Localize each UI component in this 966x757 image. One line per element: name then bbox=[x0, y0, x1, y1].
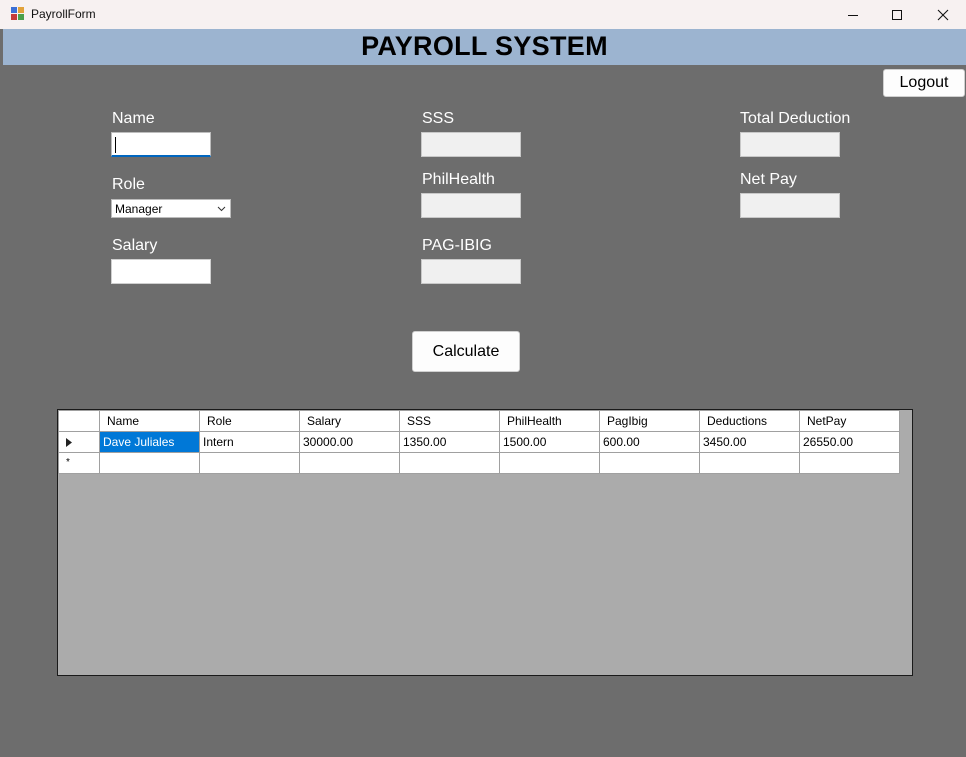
salary-label: Salary bbox=[112, 237, 158, 254]
table-row[interactable]: Dave Juliales Intern 30000.00 1350.00 15… bbox=[58, 431, 900, 453]
column-header-philhealth[interactable]: PhilHealth bbox=[499, 410, 600, 432]
new-cell[interactable] bbox=[499, 452, 600, 474]
cell-pagibig[interactable]: 600.00 bbox=[599, 431, 700, 453]
salary-input[interactable] bbox=[111, 259, 211, 284]
sss-label: SSS bbox=[422, 110, 455, 127]
new-row-header[interactable]: * bbox=[58, 452, 100, 474]
cell-salary[interactable]: 30000.00 bbox=[299, 431, 400, 453]
new-cell[interactable] bbox=[699, 452, 800, 474]
logout-button[interactable]: Logout bbox=[883, 69, 965, 97]
total-deduction-field[interactable] bbox=[740, 132, 840, 157]
role-select[interactable]: Manager bbox=[111, 199, 231, 218]
column-header-pagibig[interactable]: PagIbig bbox=[599, 410, 700, 432]
philhealth-field[interactable] bbox=[421, 193, 521, 218]
column-header-name[interactable]: Name bbox=[99, 410, 200, 432]
payroll-window: PayrollForm PAYROLL SYSTEM Logout Name R… bbox=[0, 0, 966, 757]
column-header-netpay[interactable]: NetPay bbox=[799, 410, 900, 432]
chevron-down-icon bbox=[217, 206, 226, 212]
grid-header-row: Name Role Salary SSS PhilHealth PagIbig … bbox=[58, 410, 900, 432]
role-label: Role bbox=[112, 176, 145, 193]
cell-deductions[interactable]: 3450.00 bbox=[699, 431, 800, 453]
name-input[interactable] bbox=[111, 132, 211, 157]
close-button[interactable] bbox=[920, 0, 966, 29]
payroll-table: Name Role Salary SSS PhilHealth PagIbig … bbox=[58, 410, 900, 474]
close-icon bbox=[937, 9, 949, 20]
total-deduction-label: Total Deduction bbox=[740, 110, 851, 127]
new-cell[interactable] bbox=[599, 452, 700, 474]
new-cell[interactable] bbox=[399, 452, 500, 474]
new-row[interactable]: * bbox=[58, 452, 900, 474]
cell-sss[interactable]: 1350.00 bbox=[399, 431, 500, 453]
maximize-button[interactable] bbox=[874, 0, 920, 29]
cell-netpay[interactable]: 26550.00 bbox=[799, 431, 900, 453]
new-cell[interactable] bbox=[199, 452, 300, 474]
title-bar: PayrollForm bbox=[0, 0, 966, 29]
name-label: Name bbox=[112, 110, 155, 127]
column-header-salary[interactable]: Salary bbox=[299, 410, 400, 432]
column-header-sss[interactable]: SSS bbox=[399, 410, 500, 432]
cell-role[interactable]: Intern bbox=[199, 431, 300, 453]
column-header-deductions[interactable]: Deductions bbox=[699, 410, 800, 432]
header-banner: PAYROLL SYSTEM bbox=[3, 29, 966, 65]
text-caret bbox=[115, 137, 116, 153]
cell-philhealth[interactable]: 1500.00 bbox=[499, 431, 600, 453]
philhealth-label: PhilHealth bbox=[422, 171, 495, 188]
new-row-icon: * bbox=[66, 457, 70, 468]
window-title: PayrollForm bbox=[31, 7, 96, 21]
new-cell[interactable] bbox=[99, 452, 200, 474]
pagibig-label: PAG-IBIG bbox=[422, 237, 492, 254]
minimize-icon bbox=[848, 14, 858, 16]
cell-name[interactable]: Dave Juliales bbox=[99, 431, 200, 453]
role-selected-value: Manager bbox=[115, 202, 163, 216]
maximize-icon bbox=[892, 9, 902, 20]
current-row-arrow-icon bbox=[66, 438, 72, 447]
row-header[interactable] bbox=[58, 431, 100, 453]
new-cell[interactable] bbox=[799, 452, 900, 474]
new-cell[interactable] bbox=[299, 452, 400, 474]
payroll-grid[interactable]: Name Role Salary SSS PhilHealth PagIbig … bbox=[57, 409, 913, 676]
grid-corner[interactable] bbox=[58, 410, 100, 432]
column-header-role[interactable]: Role bbox=[199, 410, 300, 432]
net-pay-field[interactable] bbox=[740, 193, 840, 218]
sss-field[interactable] bbox=[421, 132, 521, 157]
page-title: PAYROLL SYSTEM bbox=[361, 31, 608, 61]
minimize-button[interactable] bbox=[830, 0, 876, 29]
calculate-button[interactable]: Calculate bbox=[412, 331, 520, 372]
app-icon bbox=[11, 7, 25, 21]
net-pay-label: Net Pay bbox=[740, 171, 797, 188]
pagibig-field[interactable] bbox=[421, 259, 521, 284]
